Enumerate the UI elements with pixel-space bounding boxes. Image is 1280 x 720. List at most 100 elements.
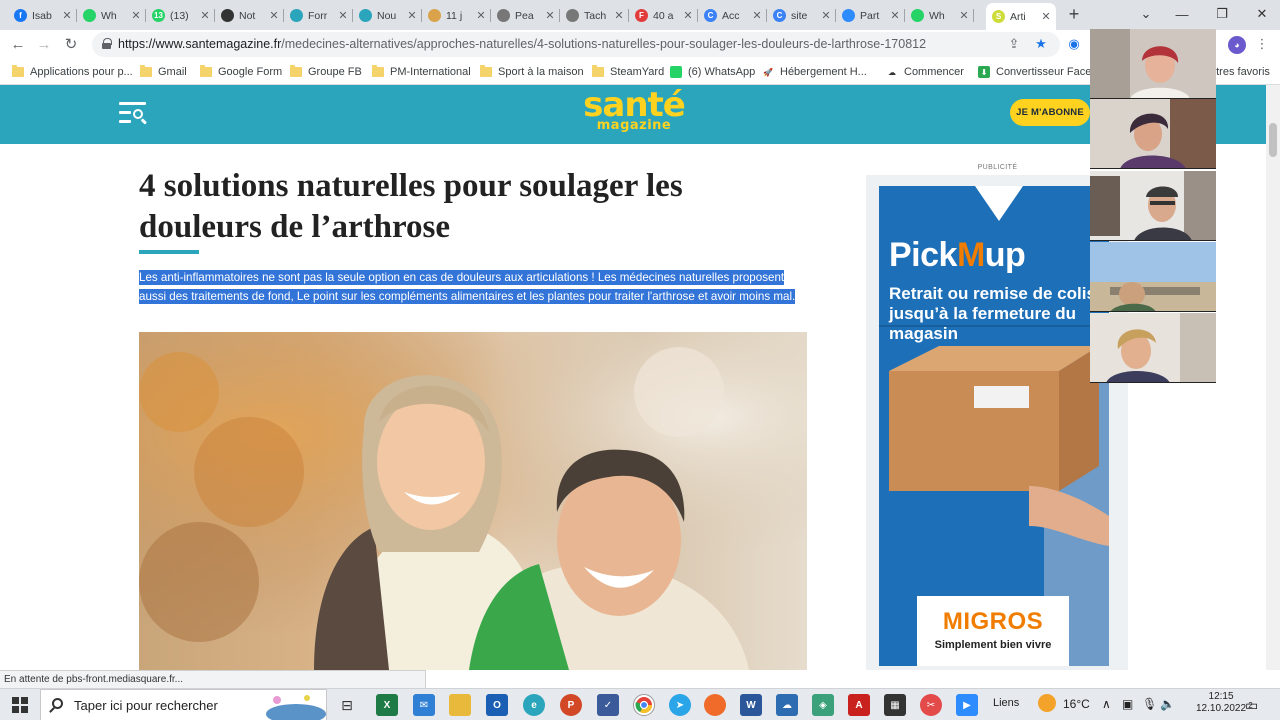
browser-tab[interactable]: Pea ✕ bbox=[491, 3, 560, 28]
todo-icon[interactable]: ✓ bbox=[597, 694, 619, 716]
acrobat-icon[interactable]: A bbox=[848, 694, 870, 716]
file-explorer-icon[interactable] bbox=[449, 694, 471, 716]
clock[interactable]: 12:15 12.10.2022 bbox=[1196, 691, 1246, 715]
browser-tab[interactable]: Csite ✕ bbox=[767, 3, 836, 28]
pickmup-ad[interactable]: PickMup Retrait ou remise de colis jusqu… bbox=[879, 186, 1109, 666]
close-window-button[interactable]: ✕ bbox=[1244, 0, 1280, 28]
windows-start-icon[interactable] bbox=[9, 694, 31, 716]
article-lead[interactable]: Les anti-inflammatoires ne sont pas la s… bbox=[139, 268, 809, 306]
cloud-app-icon[interactable]: ☁ bbox=[776, 694, 798, 716]
bookmark-item[interactable]: Applications pour p... bbox=[12, 63, 133, 81]
close-tab-icon[interactable]: ✕ bbox=[406, 9, 418, 22]
ad-brand-pre: Pick bbox=[889, 236, 957, 274]
video-participant-3[interactable] bbox=[1090, 171, 1216, 241]
tab-search-button[interactable]: ⌄ bbox=[1128, 0, 1164, 28]
close-tab-icon[interactable]: ✕ bbox=[820, 9, 832, 22]
other-bookmarks[interactable]: utres favoris bbox=[1210, 63, 1270, 81]
close-tab-icon[interactable]: ✕ bbox=[268, 9, 280, 22]
close-tab-icon[interactable]: ✕ bbox=[751, 9, 763, 22]
share-icon[interactable]: ⇪ bbox=[1006, 36, 1022, 52]
browser-tab[interactable]: Forr ✕ bbox=[284, 3, 353, 28]
back-button[interactable]: ← bbox=[8, 35, 28, 55]
chrome-icon[interactable] bbox=[633, 694, 655, 716]
menu-search-icon[interactable] bbox=[119, 101, 148, 125]
close-tab-icon[interactable]: ✕ bbox=[475, 9, 487, 22]
close-tab-icon[interactable]: ✕ bbox=[613, 9, 625, 22]
bookmark-item[interactable]: Google Form bbox=[200, 63, 282, 81]
video-participant-1[interactable] bbox=[1090, 29, 1216, 99]
tray-chevron-icon[interactable]: ∧ bbox=[1102, 697, 1111, 711]
browser-tab[interactable]: C Acc ✕ bbox=[698, 3, 767, 28]
ad-sponsor-tagline: Simplement bien vivre bbox=[934, 639, 1052, 651]
powerpoint-icon[interactable]: P bbox=[560, 694, 582, 716]
zoom-icon[interactable]: ▶ bbox=[956, 694, 978, 716]
bookmark-item[interactable]: Groupe FB bbox=[290, 63, 362, 81]
weather-temp[interactable]: 16°C bbox=[1063, 697, 1090, 711]
maximize-button[interactable]: ❐ bbox=[1204, 0, 1240, 28]
outlook-icon[interactable]: O bbox=[486, 694, 508, 716]
taskbar-search-box[interactable]: Taper ici pour rechercher bbox=[40, 689, 327, 720]
tray-app-icon[interactable]: ▣ bbox=[1122, 697, 1133, 711]
bookmark-item[interactable]: ⬇ Convertisseur Face... bbox=[978, 63, 1101, 81]
firefox-icon[interactable] bbox=[704, 694, 726, 716]
browser-tab[interactable]: Not ✕ bbox=[215, 3, 284, 28]
bookmark-item[interactable]: Gmail bbox=[140, 63, 187, 81]
bookmark-item[interactable]: 🚀 Hébergement H... bbox=[762, 63, 867, 81]
close-tab-icon[interactable]: ✕ bbox=[61, 9, 73, 22]
browser-tab[interactable]: Part ✕ bbox=[836, 3, 905, 28]
close-tab-icon[interactable]: ✕ bbox=[544, 9, 556, 22]
bookmark-item[interactable]: (6) WhatsApp bbox=[670, 63, 755, 81]
other-bookmarks-label: utres favoris bbox=[1210, 66, 1270, 78]
weather-icon[interactable] bbox=[1038, 694, 1056, 712]
new-tab-button[interactable]: + bbox=[1064, 4, 1084, 24]
browser-tab[interactable]: Wh ✕ bbox=[905, 3, 974, 28]
browser-tab[interactable]: F 40 a ✕ bbox=[629, 3, 698, 28]
word-icon[interactable]: W bbox=[740, 694, 762, 716]
browser-tab[interactable]: S Arti ✕ bbox=[986, 3, 1056, 30]
close-tab-icon[interactable]: ✕ bbox=[199, 9, 211, 22]
site-logo[interactable]: santé magazine bbox=[574, 88, 694, 132]
links-toolbar-label[interactable]: Liens bbox=[993, 697, 1019, 709]
subscribe-button[interactable]: JE M'ABONNE bbox=[1010, 99, 1090, 126]
excel-icon[interactable]: X bbox=[376, 694, 398, 716]
menu-kebab-icon[interactable]: ⋮ bbox=[1254, 36, 1270, 52]
browser-tab[interactable]: Wh ✕ bbox=[77, 3, 146, 28]
reload-button[interactable]: ↻ bbox=[61, 35, 81, 55]
close-tab-icon[interactable]: ✕ bbox=[889, 9, 901, 22]
close-tab-icon[interactable]: ✕ bbox=[958, 9, 970, 22]
video-participant-5[interactable] bbox=[1090, 313, 1216, 383]
forward-button[interactable]: → bbox=[34, 35, 54, 55]
extension-icon[interactable]: ◉ bbox=[1066, 36, 1082, 52]
video-participant-4[interactable] bbox=[1090, 242, 1216, 312]
edge-icon[interactable]: e bbox=[523, 694, 545, 716]
profile-avatar[interactable]: ◕ bbox=[1228, 36, 1246, 54]
scrollbar-thumb[interactable] bbox=[1269, 123, 1277, 157]
page-scrollbar[interactable] bbox=[1266, 85, 1280, 670]
close-tab-icon[interactable]: ✕ bbox=[682, 9, 694, 22]
bookmark-item[interactable]: PM-International bbox=[372, 63, 471, 81]
bookmark-item[interactable]: Sport à la maison bbox=[480, 63, 584, 81]
minimize-button[interactable]: — bbox=[1164, 0, 1200, 28]
volume-icon[interactable]: 🔈 bbox=[1160, 697, 1175, 711]
address-bar[interactable]: https://www.santemagazine.fr/medecines-a… bbox=[92, 32, 1060, 57]
mail-icon[interactable]: ✉ bbox=[413, 694, 435, 716]
film-app-icon[interactable]: ▦ bbox=[884, 694, 906, 716]
bookmark-item[interactable]: ☁ Commencer bbox=[886, 63, 964, 81]
layers-app-icon[interactable]: ◈ bbox=[812, 694, 834, 716]
video-participant-2[interactable] bbox=[1090, 99, 1216, 169]
telegram-icon[interactable]: ➤ bbox=[669, 694, 691, 716]
close-tab-icon[interactable]: ✕ bbox=[130, 9, 142, 22]
close-tab-icon[interactable]: ✕ bbox=[1040, 10, 1052, 23]
bookmark-star-icon[interactable]: ★ bbox=[1033, 36, 1049, 52]
browser-tab[interactable]: 11 j ✕ bbox=[422, 3, 491, 28]
snip-tool-icon[interactable]: ✂ bbox=[920, 694, 942, 716]
task-view-icon[interactable]: ⊟ bbox=[336, 694, 358, 716]
microphone-icon[interactable]: 🎙 bbox=[1142, 697, 1157, 711]
browser-tab[interactable]: 13 (13) ✕ bbox=[146, 3, 215, 28]
browser-tab[interactable]: Tach ✕ bbox=[560, 3, 629, 28]
browser-tab[interactable]: f Isab ✕ bbox=[8, 3, 77, 28]
browser-tab[interactable]: Nou ✕ bbox=[353, 3, 422, 28]
notifications-icon[interactable]: ▭2 bbox=[1245, 697, 1263, 714]
close-tab-icon[interactable]: ✕ bbox=[337, 9, 349, 22]
bookmark-item[interactable]: SteamYard bbox=[592, 63, 664, 81]
